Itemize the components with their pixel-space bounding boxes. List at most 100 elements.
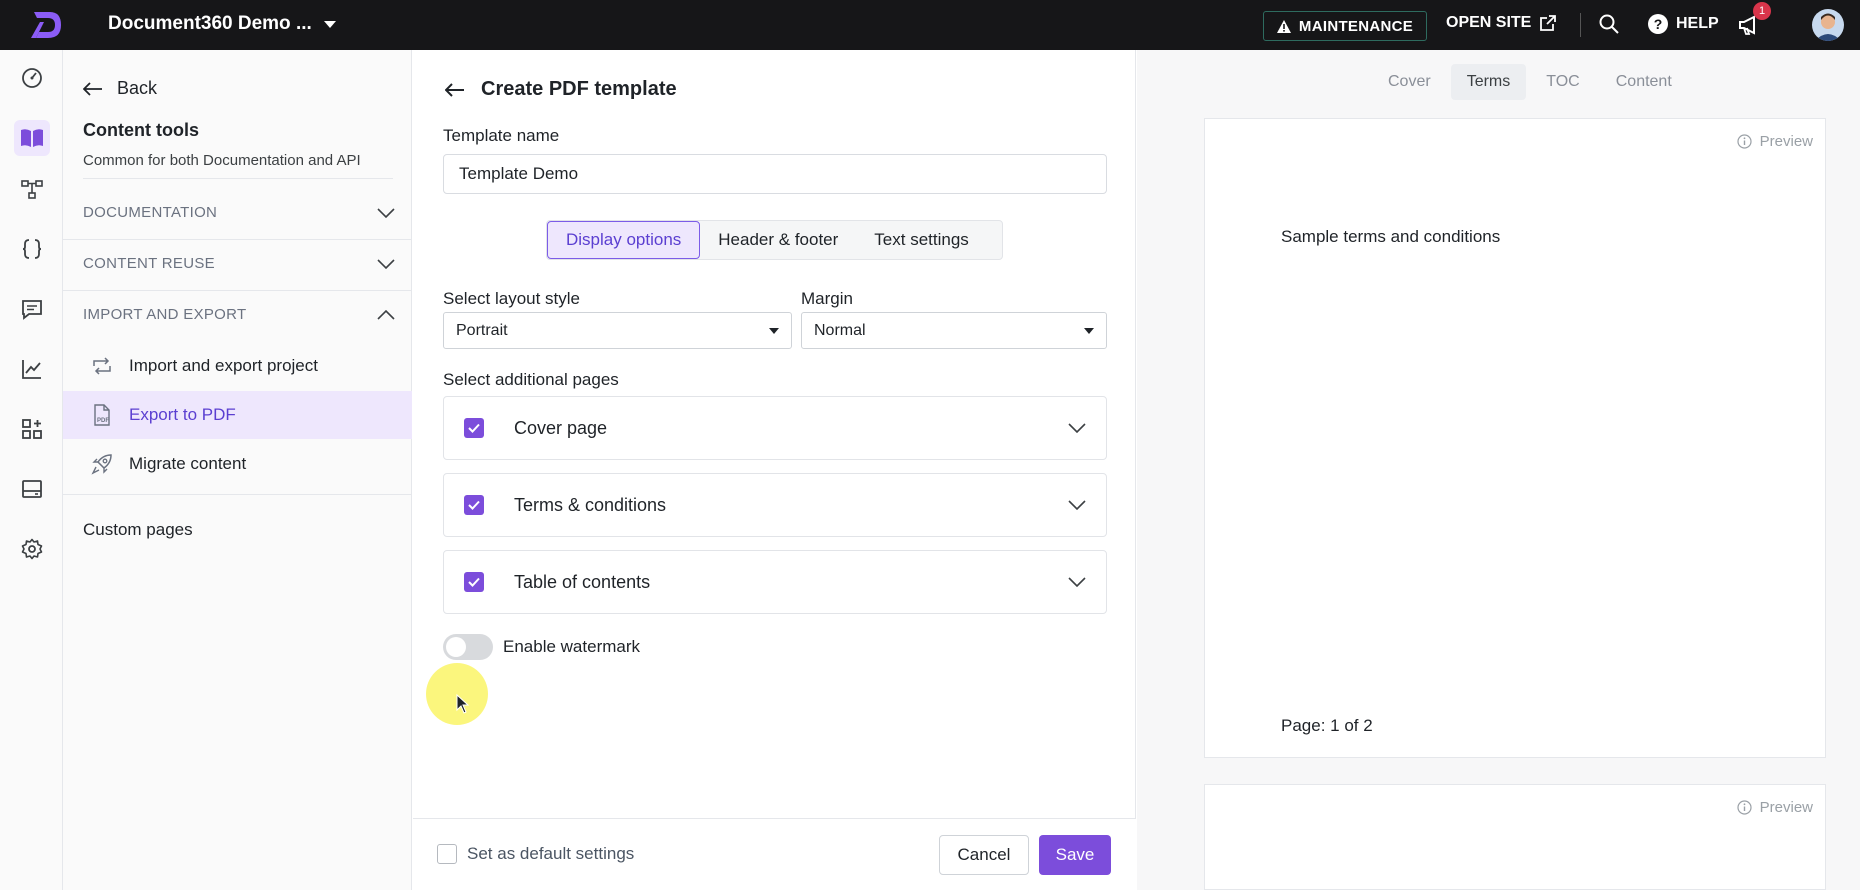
group-documentation[interactable]: DOCUMENTATION: [83, 204, 395, 221]
sidebar-item-label: Import and export project: [129, 356, 318, 375]
sidebar-item-export-to-pdf[interactable]: PDF Export to PDF: [63, 391, 412, 439]
group-label: DOCUMENTATION: [83, 204, 218, 221]
integrations-icon[interactable]: [19, 416, 45, 442]
watermark-toggle[interactable]: [443, 634, 493, 660]
save-button[interactable]: Save: [1039, 835, 1111, 875]
arrow-left-icon: [83, 81, 102, 96]
arrow-left-icon[interactable]: [445, 82, 465, 97]
custom-pages-link[interactable]: Custom pages: [83, 520, 193, 540]
preview-tab-terms[interactable]: Terms: [1450, 64, 1527, 100]
preview-tab-content[interactable]: Content: [1600, 64, 1688, 100]
divider: [63, 239, 412, 240]
layout-style-select[interactable]: Portrait: [443, 312, 792, 349]
search-icon[interactable]: [1598, 13, 1620, 35]
open-site-label: OPEN SITE: [1446, 14, 1532, 31]
chevron-down-icon: [1068, 577, 1086, 587]
default-settings-label: Set as default settings: [467, 844, 635, 863]
tab-header-footer[interactable]: Header & footer: [700, 221, 856, 259]
preview-panel: Cover Terms TOC Content Preview Sample t…: [1137, 50, 1860, 890]
rocket-icon: [91, 454, 112, 475]
preview-label-text: Preview: [1759, 133, 1813, 150]
accordion-label: Terms & conditions: [514, 494, 667, 515]
divider: [83, 178, 393, 179]
user-avatar-icon: [1815, 13, 1841, 41]
sidebar-item-label: Export to PDF: [129, 405, 236, 424]
terms-checkbox[interactable]: [464, 495, 484, 515]
additional-pages-label: Select additional pages: [443, 370, 619, 389]
margin-value: Normal: [814, 321, 866, 339]
chevron-down-icon: [377, 258, 395, 269]
create-pdf-template-panel: Create PDF template Template name Displa…: [413, 50, 1136, 890]
api-braces-icon[interactable]: [19, 236, 45, 262]
accordion-table-of-contents[interactable]: Table of contents: [443, 550, 1107, 614]
widget-icon[interactable]: [19, 476, 45, 502]
group-import-export[interactable]: IMPORT AND EXPORT: [83, 306, 395, 323]
top-bar: Document360 Demo ... MAINTENANCE OPEN SI…: [0, 0, 1860, 50]
layout-style-label: Select layout style: [443, 289, 581, 308]
group-label: IMPORT AND EXPORT: [83, 306, 247, 323]
accordion-label: Cover page: [514, 417, 608, 438]
divider: [63, 494, 412, 495]
preview-tabs: Cover Terms TOC Content: [1372, 64, 1688, 100]
dashboard-icon[interactable]: [19, 65, 45, 91]
project-selector[interactable]: Document360 Demo ...: [108, 13, 336, 35]
chevron-up-icon: [377, 309, 395, 320]
tab-display-options[interactable]: Display options: [547, 221, 701, 259]
default-settings-option[interactable]: Set as default settings: [437, 844, 634, 864]
preview-label-text: Preview: [1759, 799, 1813, 816]
workflow-icon[interactable]: [19, 176, 45, 202]
tab-text-settings[interactable]: Text settings: [856, 221, 987, 259]
feedback-icon[interactable]: [19, 296, 45, 322]
dropdown-arrow-icon: [769, 327, 779, 334]
preview-tab-toc[interactable]: TOC: [1530, 64, 1595, 100]
documentation-icon[interactable]: [14, 120, 50, 156]
accordion-terms-conditions[interactable]: Terms & conditions: [443, 473, 1107, 537]
sidebar-item-migrate-content[interactable]: Migrate content: [63, 440, 412, 488]
layout-style-value: Portrait: [456, 321, 508, 339]
mouse-cursor-icon: [456, 694, 470, 714]
dropdown-arrow-icon: [1084, 327, 1094, 334]
external-link-icon: [1540, 15, 1557, 31]
check-icon: [468, 500, 480, 510]
preview-label: Preview: [1737, 799, 1813, 816]
preview-page: Preview Sample terms and conditions Page…: [1204, 118, 1826, 758]
chevron-down-icon: [1068, 423, 1086, 433]
check-icon: [468, 577, 480, 587]
cancel-button[interactable]: Cancel: [939, 835, 1029, 875]
icon-rail: [0, 50, 63, 890]
pdf-file-icon: PDF: [94, 404, 110, 426]
accordion-label: Table of contents: [514, 571, 651, 592]
sample-terms-text: Sample terms and conditions: [1281, 227, 1501, 246]
page-number: Page: 1 of 2: [1281, 716, 1373, 735]
help-icon: ?: [1648, 14, 1668, 34]
preview-tab-cover[interactable]: Cover: [1372, 64, 1447, 100]
margin-select[interactable]: Normal: [801, 312, 1107, 349]
svg-text:PDF: PDF: [97, 418, 109, 424]
analytics-icon[interactable]: [19, 356, 45, 382]
settings-gear-icon[interactable]: [19, 536, 45, 562]
watermark-label: Enable watermark: [503, 637, 641, 656]
settings-tabs: Display options Header & footer Text set…: [546, 220, 1003, 260]
sidebar-item-import-export-project[interactable]: Import and export project: [63, 342, 412, 390]
avatar[interactable]: [1812, 9, 1844, 41]
chevron-down-icon: [377, 207, 395, 218]
check-icon: [468, 423, 480, 433]
info-icon: [1737, 800, 1752, 815]
document360-logo[interactable]: [28, 8, 64, 42]
cover-page-checkbox[interactable]: [464, 418, 484, 438]
group-content-reuse[interactable]: CONTENT REUSE: [83, 255, 395, 272]
template-name-input[interactable]: [443, 154, 1107, 194]
group-label: CONTENT REUSE: [83, 255, 215, 272]
back-link[interactable]: Back: [83, 78, 157, 99]
open-site-link[interactable]: OPEN SITE: [1446, 14, 1557, 32]
toc-checkbox[interactable]: [464, 572, 484, 592]
section-title: Content tools: [83, 120, 199, 140]
project-name: Document360 Demo ...: [108, 13, 312, 34]
default-settings-checkbox[interactable]: [437, 844, 457, 864]
maintenance-button[interactable]: MAINTENANCE: [1263, 11, 1427, 41]
maintenance-label: MAINTENANCE: [1298, 17, 1414, 35]
divider: [63, 290, 412, 291]
help-button[interactable]: ? HELP: [1648, 14, 1719, 34]
accordion-cover-page[interactable]: Cover page: [443, 396, 1107, 460]
page-title: Create PDF template: [445, 78, 677, 101]
